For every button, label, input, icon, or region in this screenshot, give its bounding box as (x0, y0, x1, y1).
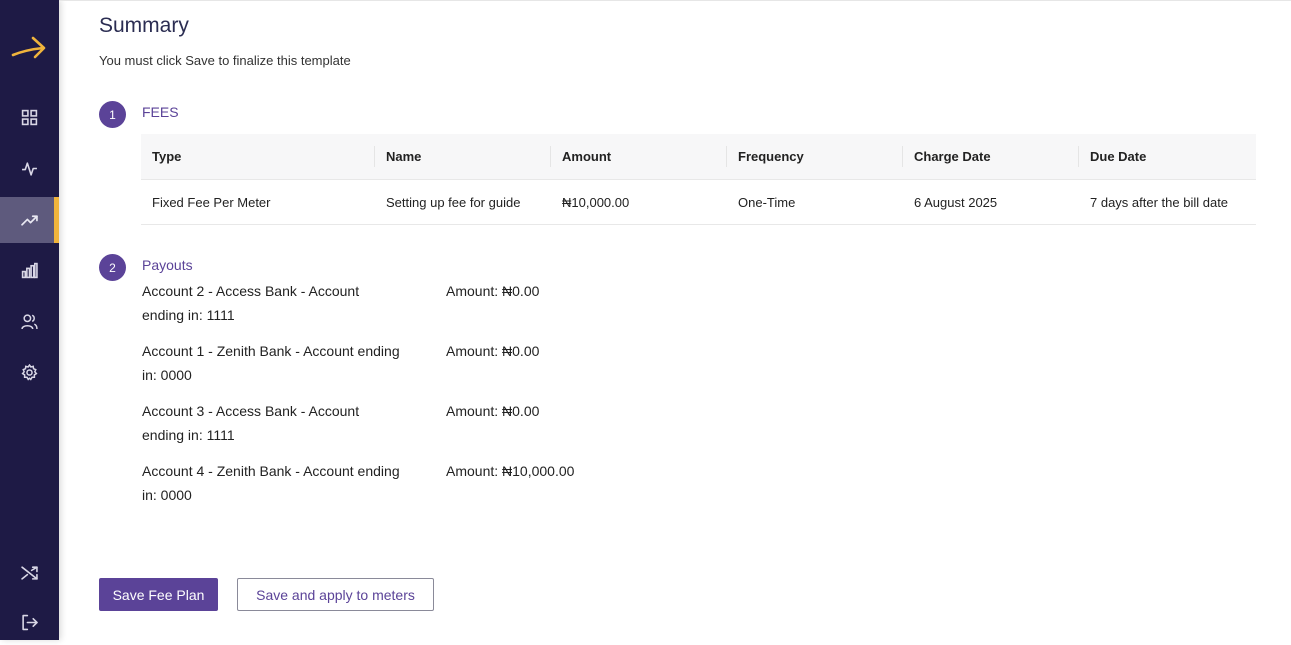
nav-switch[interactable] (0, 549, 59, 595)
nav-users[interactable] (0, 298, 59, 344)
logo-arrow-icon[interactable] (11, 31, 47, 61)
payout-amount: Amount: ₦0.00 (446, 403, 540, 419)
payout-account: Account 1 - Zenith Bank - Account ending… (142, 343, 400, 383)
column-header-name: Name (375, 134, 551, 180)
nav-logout[interactable] (0, 599, 59, 645)
payout-account: Account 4 - Zenith Bank - Account ending… (142, 463, 400, 503)
payout-amount: Amount: ₦0.00 (446, 343, 540, 359)
settings-gear-icon (21, 363, 38, 381)
cell-name: Setting up fee for guide (375, 179, 551, 225)
payouts-section-label: Payouts (142, 257, 193, 273)
column-header-type: Type (141, 134, 375, 180)
fees-section-label: FEES (142, 104, 179, 120)
save-fee-plan-button[interactable]: Save Fee Plan (99, 578, 218, 611)
cell-due-date: 7 days after the bill date (1079, 179, 1256, 225)
save-and-apply-button[interactable]: Save and apply to meters (237, 578, 434, 611)
column-header-amount: Amount (551, 134, 727, 180)
payout-amount: Amount: ₦0.00 (446, 283, 540, 299)
nav-trends[interactable] (0, 197, 59, 243)
shuffle-icon (21, 565, 38, 580)
bar-chart-icon (21, 262, 38, 278)
nav-dashboard[interactable] (0, 94, 59, 140)
payout-account: Account 3 - Access Bank - Account ending… (142, 403, 360, 443)
cell-charge-date: 6 August 2025 (903, 179, 1079, 225)
table-header-row: Type Name Amount Frequency Charge Date D… (141, 134, 1256, 180)
column-header-due-date: Due Date (1079, 134, 1256, 180)
trending-up-icon (21, 214, 38, 226)
table-row: Fixed Fee Per Meter Setting up fee for g… (141, 179, 1256, 225)
page-subtitle: You must click Save to finalize this tem… (99, 53, 351, 68)
logout-icon (22, 614, 38, 630)
sidebar (0, 0, 59, 640)
cell-amount: ₦10,000.00 (551, 179, 727, 225)
column-header-frequency: Frequency (727, 134, 903, 180)
nav-reports[interactable] (0, 247, 59, 293)
step-badge-payouts: 2 (99, 254, 126, 281)
users-icon (21, 313, 38, 329)
fees-table: Type Name Amount Frequency Charge Date D… (141, 134, 1256, 225)
page-title: Summary (99, 14, 189, 37)
step-badge-fees: 1 (99, 101, 126, 128)
payout-amount: Amount: ₦10,000.00 (446, 463, 575, 479)
column-header-charge-date: Charge Date (903, 134, 1079, 180)
payout-account: Account 2 - Access Bank - Account ending… (142, 283, 360, 323)
nav-activity[interactable] (0, 145, 59, 191)
cell-type: Fixed Fee Per Meter (141, 179, 375, 225)
activity-pulse-icon (22, 161, 37, 176)
dashboard-grid-icon (21, 109, 38, 125)
nav-settings[interactable] (0, 349, 59, 395)
top-divider (59, 0, 1291, 1)
cell-frequency: One-Time (727, 179, 903, 225)
